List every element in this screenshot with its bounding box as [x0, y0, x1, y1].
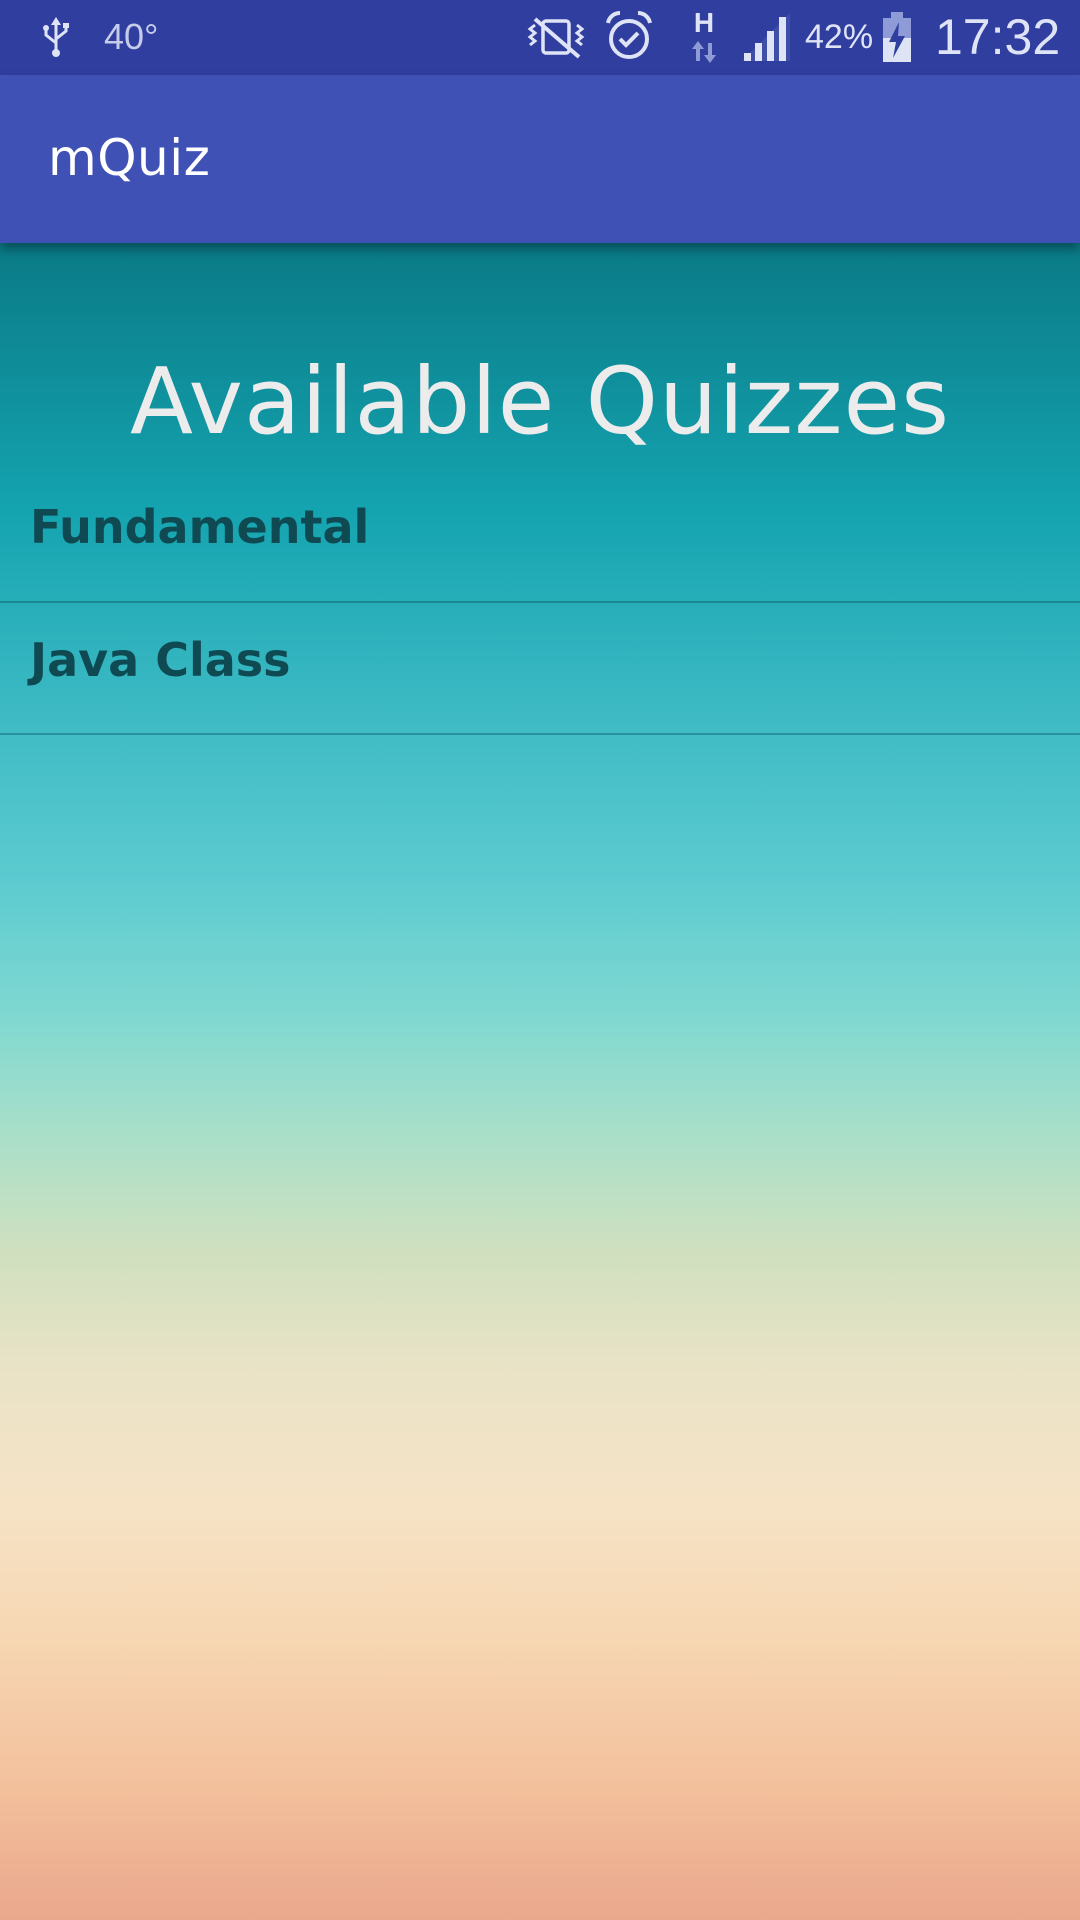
usb-icon — [38, 14, 74, 60]
quiz-list: Fundamental Java Class — [0, 470, 1080, 735]
temperature-indicator: 40° — [104, 16, 159, 57]
app-bar: mQuiz — [0, 75, 1080, 243]
alarm-icon — [604, 10, 654, 64]
network-type-indicator: H — [693, 7, 715, 38]
quiz-item-label: Java Class — [30, 633, 291, 687]
page-heading: Available Quizzes — [129, 348, 951, 455]
clock: 17:32 — [935, 9, 1061, 65]
network-data-icon — [690, 40, 718, 64]
signal-icon — [740, 12, 792, 62]
app-title: mQuiz — [48, 129, 211, 187]
quiz-item-java-class[interactable]: Java Class — [0, 603, 1080, 735]
vibrate-mute-icon — [520, 12, 592, 62]
status-bar: 40° H 42% 17:32 — [0, 0, 1080, 75]
battery-charging-icon — [880, 10, 914, 64]
battery-percent: 42% — [805, 17, 874, 56]
quiz-item-fundamental[interactable]: Fundamental — [0, 470, 1080, 603]
quiz-item-label: Fundamental — [30, 500, 370, 554]
